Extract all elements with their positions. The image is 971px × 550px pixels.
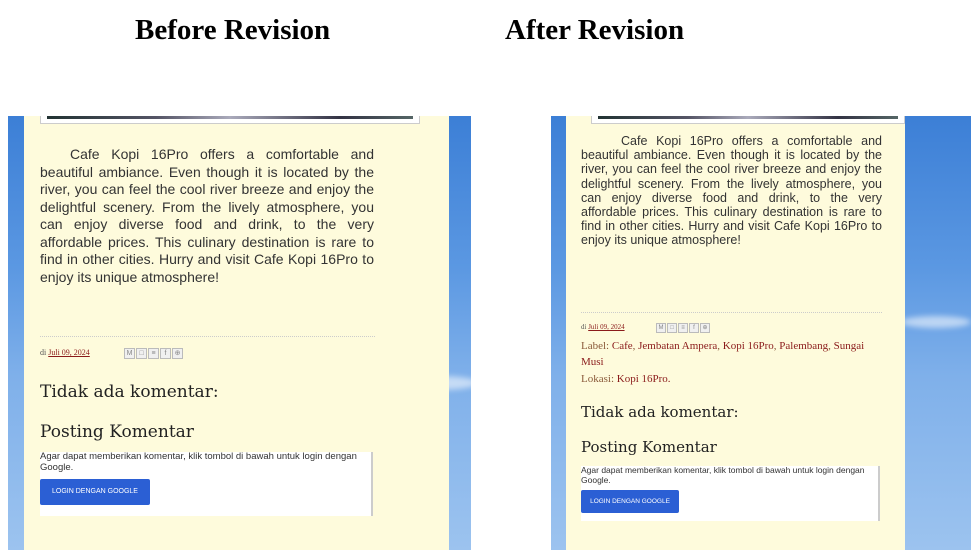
email-share-icon[interactable]: M	[124, 348, 135, 359]
post-date-link[interactable]: Juli 09, 2024	[48, 348, 90, 357]
label-link[interactable]: Palembang	[779, 340, 828, 352]
login-notice: Agar dapat memberikan komentar, klik tom…	[40, 451, 357, 473]
after-screenshot: Cafe Kopi 16Pro offers a comfortable and…	[551, 116, 971, 550]
posted-prefix: di	[40, 348, 47, 357]
post-image	[591, 116, 905, 124]
share-buttons: M □ ≡ f ⊕	[656, 323, 710, 333]
post-card: Cafe Kopi 16Pro offers a comfortable and…	[24, 116, 449, 550]
location-link[interactable]: Kopi 16Pro.	[617, 373, 671, 385]
x-share-icon[interactable]: ≡	[148, 348, 159, 359]
post-body: Cafe Kopi 16Pro offers a comfortable and…	[40, 146, 374, 285]
labels-prefix: Label:	[581, 340, 610, 352]
post-comment-heading: Posting Komentar	[40, 422, 194, 442]
post-card: Cafe Kopi 16Pro offers a comfortable and…	[566, 116, 905, 550]
before-screenshot: Cafe Kopi 16Pro offers a comfortable and…	[8, 116, 471, 550]
no-comments-heading: Tidak ada komentar:	[581, 403, 739, 421]
post-body: Cafe Kopi 16Pro offers a comfortable and…	[581, 134, 882, 248]
post-image	[40, 116, 420, 124]
post-meta: di Juli 09, 2024	[581, 323, 625, 331]
cloud	[901, 316, 971, 328]
facebook-share-icon[interactable]: f	[160, 348, 171, 359]
facebook-share-icon[interactable]: f	[689, 323, 699, 333]
email-share-icon[interactable]: M	[656, 323, 666, 333]
label-link[interactable]: Kopi 16Pro	[723, 340, 774, 352]
blog-share-icon[interactable]: □	[136, 348, 147, 359]
label-link[interactable]: Jembatan Ampera	[638, 340, 717, 352]
login-notice: Agar dapat memberikan komentar, klik tom…	[581, 465, 865, 485]
post-divider	[581, 312, 882, 313]
post-divider	[40, 336, 375, 337]
comment-form: Agar dapat memberikan komentar, klik tom…	[581, 465, 880, 521]
location-prefix: Lokasi:	[581, 373, 614, 385]
blog-share-icon[interactable]: □	[667, 323, 677, 333]
posted-prefix: di	[581, 323, 587, 331]
no-comments-heading: Tidak ada komentar:	[40, 382, 219, 402]
login-google-button[interactable]: LOGIN DENGAN GOOGLE	[40, 479, 150, 505]
pinterest-share-icon[interactable]: ⊕	[172, 348, 183, 359]
x-share-icon[interactable]: ≡	[678, 323, 688, 333]
heading-after: After Revision	[505, 14, 685, 46]
post-labels: Label: Cafe, Jembatan Ampera, Kopi 16Pro…	[581, 340, 865, 368]
login-google-button[interactable]: LOGIN DENGAN GOOGLE	[581, 490, 679, 513]
post-location: Lokasi: Kopi 16Pro.	[581, 373, 671, 385]
post-date-link[interactable]: Juli 09, 2024	[588, 323, 624, 331]
heading-before: Before Revision	[135, 14, 331, 46]
pinterest-share-icon[interactable]: ⊕	[700, 323, 710, 333]
comment-form: Agar dapat memberikan komentar, klik tom…	[40, 451, 373, 516]
post-comment-heading: Posting Komentar	[581, 438, 717, 456]
label-link[interactable]: Cafe	[612, 340, 633, 352]
post-meta: di Juli 09, 2024	[40, 348, 90, 357]
share-buttons: M □ ≡ f ⊕	[124, 348, 183, 359]
